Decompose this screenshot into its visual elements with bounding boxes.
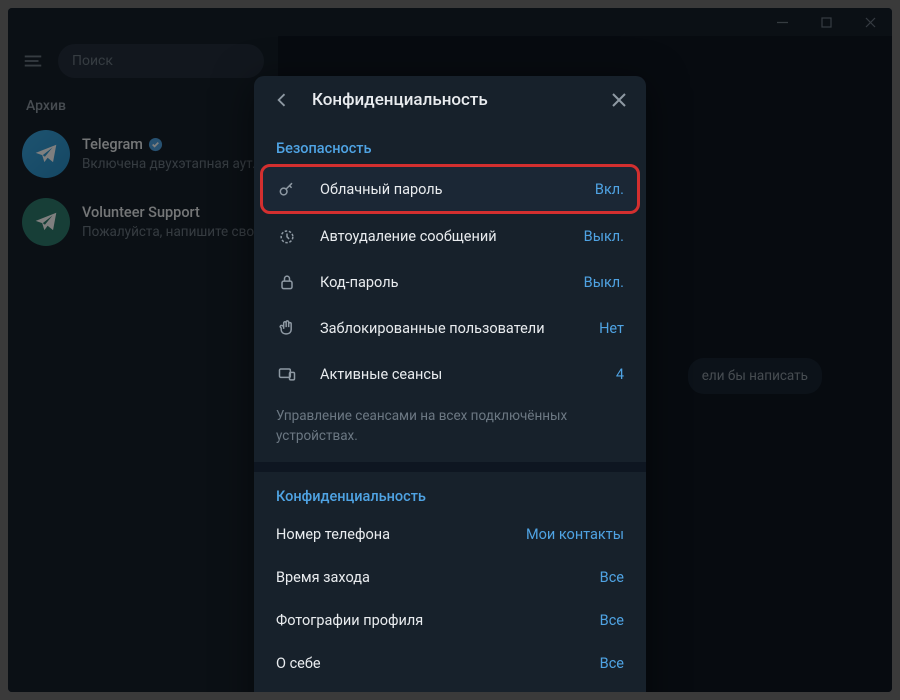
row-label: Фотографии профиля bbox=[276, 612, 600, 629]
row-bio[interactable]: О себе Все bbox=[254, 642, 646, 685]
devices-icon bbox=[276, 363, 298, 385]
row-active-sessions[interactable]: Активные сеансы 4 bbox=[254, 351, 646, 397]
section-title-privacy: Конфиденциальность bbox=[254, 472, 646, 513]
row-value: Все bbox=[600, 655, 624, 672]
row-last-seen[interactable]: Время захода Все bbox=[254, 556, 646, 599]
row-value: Все bbox=[600, 612, 624, 629]
lock-icon bbox=[276, 271, 298, 293]
row-label: Автоудаление сообщений bbox=[320, 228, 562, 245]
row-label: Облачный пароль bbox=[320, 181, 573, 198]
modal-overlay[interactable]: Конфиденциальность Безопасность Облачный… bbox=[8, 8, 892, 692]
row-label: Код-пароль bbox=[320, 274, 562, 291]
row-value: Вкл. bbox=[595, 181, 624, 198]
divider bbox=[254, 462, 646, 472]
row-profile-photos[interactable]: Фотографии профиля Все bbox=[254, 599, 646, 642]
row-blocked-users[interactable]: Заблокированные пользователи Нет bbox=[254, 305, 646, 351]
row-value: Все bbox=[600, 569, 624, 586]
row-label: Активные сеансы bbox=[320, 366, 594, 383]
section-note: Управление сеансами на всех подключённых… bbox=[254, 397, 646, 462]
section-title-security: Безопасность bbox=[254, 124, 646, 165]
row-value: Мои контакты bbox=[526, 526, 624, 543]
row-value: Выкл. bbox=[584, 274, 624, 291]
row-auto-delete[interactable]: Автоудаление сообщений Выкл. bbox=[254, 213, 646, 259]
key-icon bbox=[276, 178, 298, 200]
privacy-modal: Конфиденциальность Безопасность Облачный… bbox=[254, 76, 646, 692]
row-label: Заблокированные пользователи bbox=[320, 320, 577, 337]
row-passcode[interactable]: Код-пароль Выкл. bbox=[254, 259, 646, 305]
modal-header: Конфиденциальность bbox=[254, 76, 646, 124]
hand-icon bbox=[276, 317, 298, 339]
row-label: Время захода bbox=[276, 569, 600, 586]
timer-icon bbox=[276, 225, 298, 247]
row-birthday[interactable]: Дата рождения Мои контакты bbox=[254, 685, 646, 692]
modal-title: Конфиденциальность bbox=[312, 90, 590, 110]
row-label: О себе bbox=[276, 655, 600, 672]
row-cloud-password[interactable]: Облачный пароль Вкл. bbox=[260, 164, 640, 214]
row-value: Нет bbox=[599, 320, 624, 337]
row-phone-number[interactable]: Номер телефона Мои контакты bbox=[254, 513, 646, 556]
close-button[interactable] bbox=[610, 91, 628, 109]
back-button[interactable] bbox=[272, 90, 292, 110]
row-value: 4 bbox=[616, 366, 624, 383]
row-value: Выкл. bbox=[584, 228, 624, 245]
row-label: Номер телефона bbox=[276, 526, 526, 543]
app-window: Поиск Архив Telegram Включена двухэтапна… bbox=[8, 8, 892, 692]
